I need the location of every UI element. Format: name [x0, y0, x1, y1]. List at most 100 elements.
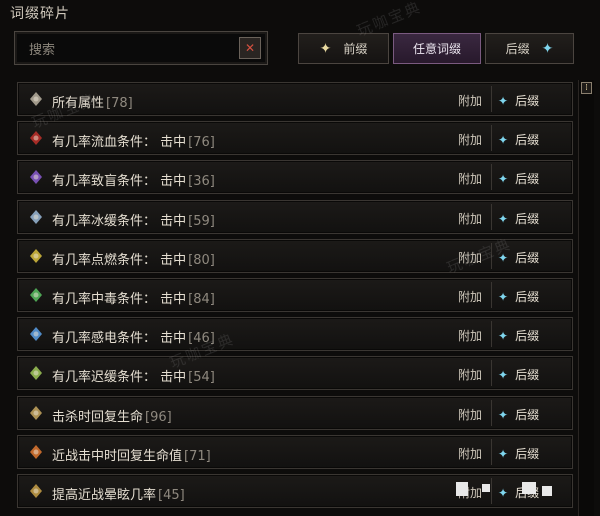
- affix-level: [80]: [188, 252, 215, 268]
- affix-name: 有几率中毒条件： 击中 [84]: [52, 292, 215, 307]
- blue-star-icon: ✦: [498, 486, 509, 500]
- suffix-tag[interactable]: ✦后缀: [498, 288, 539, 305]
- blue-star-icon: ✦: [498, 211, 509, 226]
- search-input[interactable]: 搜索: [29, 39, 239, 58]
- suffix-tag[interactable]: ✦后缀: [498, 327, 539, 344]
- divider: [491, 86, 492, 112]
- affix-row[interactable]: 近战击中时回复生命值 [71] 附加 ✦ 后缀: [17, 434, 573, 469]
- blur-overlay: [542, 486, 552, 496]
- filter-any-button[interactable]: 任意词缀: [393, 33, 481, 64]
- affix-name: 有几率致盲条件： 击中 [36]: [52, 174, 215, 190]
- gold-gem-icon: [28, 483, 44, 499]
- skull-icon: [28, 405, 44, 421]
- affix-level: [96]: [145, 409, 172, 425]
- affix-row[interactable]: 有几率中毒条件： 击中 [84] 附加 ✦ 后缀: [17, 278, 573, 312]
- affix-level: [45]: [158, 488, 185, 503]
- filter-prefix-label: 前缀: [343, 42, 368, 56]
- affix-row[interactable]: 所有属性 [78] 附加 ✦ 后缀: [17, 82, 573, 116]
- affix-row[interactable]: 有几率致盲条件： 击中 [36] 附加 ✦ 后缀: [17, 160, 573, 195]
- affix-level: [59]: [188, 213, 215, 229]
- affix-level: [78]: [106, 96, 133, 111]
- poison-feather-icon: [28, 287, 44, 303]
- green-herb-icon: [28, 365, 44, 381]
- divider: [491, 203, 492, 230]
- scrollbar[interactable]: ⁞: [578, 80, 594, 516]
- fire-feather-icon: [28, 248, 44, 264]
- divider: [491, 321, 492, 348]
- add-button[interactable]: 附加: [458, 445, 482, 462]
- filter-suffix-button[interactable]: 后缀 ✦: [485, 33, 574, 64]
- bone-icon: [28, 91, 44, 107]
- affix-level: [76]: [188, 135, 215, 151]
- blur-overlay: [482, 484, 490, 492]
- affix-name: 所有属性 [78]: [52, 96, 133, 111]
- add-button[interactable]: 附加: [458, 366, 482, 383]
- affix-level: [71]: [184, 448, 211, 464]
- suffix-tag[interactable]: ✦后缀: [498, 210, 539, 227]
- affix-level: [36]: [188, 174, 215, 190]
- affix-level: [46]: [188, 331, 215, 347]
- affix-row[interactable]: 有几率点燃条件： 击中 [80] 附加 ✦ 后缀: [17, 238, 573, 273]
- add-button[interactable]: 附加: [458, 249, 482, 266]
- blue-star-icon: ✦: [498, 368, 509, 383]
- blue-star-icon: ✦: [498, 250, 509, 265]
- affix-name: 近战击中时回复生命值 [71]: [52, 448, 211, 464]
- affix-level: [84]: [188, 292, 215, 307]
- affix-name: 有几率冰缓条件： 击中 [59]: [52, 213, 215, 229]
- blue-star-icon: ✦: [498, 446, 509, 461]
- affix-name: 击杀时回复生命 [96]: [52, 409, 172, 425]
- affix-name: 有几率迟缓条件： 击中 [54]: [52, 370, 215, 386]
- divider: [491, 360, 492, 387]
- search-box[interactable]: 搜索 ✕: [14, 31, 268, 65]
- divider: [491, 478, 492, 504]
- gold-star-icon: ✦: [319, 40, 332, 57]
- affix-list: 所有属性 [78] 附加 ✦ 后缀 有几率流血条件： 击中 [76] 附加 ✦ 后缀 有几率致盲条件…: [17, 80, 573, 516]
- add-button[interactable]: 附加: [458, 170, 482, 187]
- blue-star-icon: ✦: [498, 290, 509, 304]
- suffix-tag[interactable]: ✦后缀: [498, 366, 539, 383]
- affix-level: [54]: [188, 370, 215, 386]
- affix-row[interactable]: 击杀时回复生命 [96] 附加 ✦ 后缀: [17, 395, 573, 430]
- affix-name: 有几率点燃条件： 击中 [80]: [52, 252, 215, 268]
- blue-star-icon: ✦: [541, 40, 554, 57]
- affix-name: 提高近战晕眩几率 [45]: [52, 488, 185, 503]
- add-button[interactable]: 附加: [458, 288, 482, 305]
- divider: [491, 164, 492, 191]
- affix-row[interactable]: 有几率流血条件： 击中 [76] 附加 ✦ 后缀: [17, 121, 573, 156]
- blue-star-icon: ✦: [498, 172, 509, 187]
- blue-star-icon: ✦: [498, 133, 509, 148]
- suffix-tag[interactable]: ✦后缀: [498, 131, 539, 148]
- filter-any-label: 任意词缀: [412, 42, 461, 56]
- affix-name: 有几率感电条件： 击中 [46]: [52, 331, 215, 347]
- suffix-tag[interactable]: ✦后缀: [498, 406, 539, 423]
- panel-title: 词缀碎片: [10, 6, 70, 22]
- affix-name: 有几率流血条件： 击中 [76]: [52, 135, 215, 151]
- blood-dagger-icon: [28, 130, 44, 146]
- affix-row[interactable]: 有几率迟缓条件： 击中 [54] 附加 ✦ 后缀: [17, 356, 573, 391]
- divider: [491, 125, 492, 152]
- add-button[interactable]: 附加: [458, 131, 482, 148]
- blue-star-icon: ✦: [498, 407, 509, 422]
- blur-overlay: [456, 482, 468, 496]
- add-button[interactable]: 附加: [458, 327, 482, 344]
- suffix-tag[interactable]: ✦后缀: [498, 445, 539, 462]
- lightning-feather-icon: [28, 326, 44, 342]
- suffix-tag[interactable]: ✦后缀: [498, 92, 539, 109]
- scrollbar-thumb[interactable]: ⁞: [581, 82, 592, 94]
- divider: [491, 438, 492, 465]
- add-button[interactable]: 附加: [458, 210, 482, 227]
- blue-star-icon: ✦: [498, 94, 509, 108]
- blue-star-icon: ✦: [498, 329, 509, 344]
- affix-row[interactable]: 有几率感电条件： 击中 [46] 附加 ✦ 后缀: [17, 317, 573, 352]
- divider: [491, 242, 492, 269]
- suffix-tag[interactable]: ✦后缀: [498, 170, 539, 187]
- suffix-tag[interactable]: ✦后缀: [498, 249, 539, 266]
- add-button[interactable]: 附加: [458, 406, 482, 423]
- clear-search-button[interactable]: ✕: [239, 37, 261, 59]
- frost-crystal-icon: [28, 209, 44, 225]
- orange-gem-icon: [28, 444, 44, 460]
- add-button[interactable]: 附加: [458, 92, 482, 109]
- filter-prefix-button[interactable]: ✦ 前缀: [298, 33, 389, 64]
- affix-row[interactable]: 有几率冰缓条件： 击中 [59] 附加 ✦ 后缀: [17, 199, 573, 234]
- purple-crystal-icon: [28, 169, 44, 185]
